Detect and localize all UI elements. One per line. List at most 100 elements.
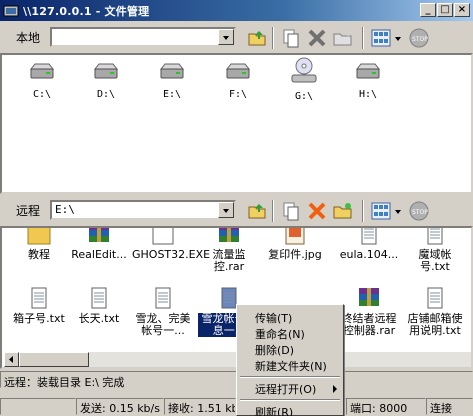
- svg-text:STOP: STOP: [412, 209, 428, 216]
- folder-up-icon[interactable]: [246, 27, 268, 49]
- file-item[interactable]: 教程: [8, 228, 70, 261]
- toolbar-divider: [362, 27, 364, 49]
- file-name: 长天.txt: [78, 312, 120, 325]
- status-empty-cell: [0, 398, 76, 415]
- drive-label: E:\: [162, 89, 182, 100]
- delete-icon[interactable]: [306, 200, 328, 222]
- file-item[interactable]: 复印件.jpg: [264, 228, 326, 261]
- file-item[interactable]: GHOST32.EXE: [132, 228, 211, 261]
- file-item[interactable]: 长天.txt: [68, 286, 130, 325]
- text-file-icon: [31, 287, 47, 309]
- new-folder-icon[interactable]: [332, 27, 354, 49]
- file-item[interactable]: 店铺邮箱使用说明.txt: [404, 286, 466, 337]
- file-name: 复印件.jpg: [268, 248, 322, 261]
- new-folder-icon[interactable]: [332, 200, 354, 222]
- file-name: 魔域帐号.txt: [418, 248, 452, 273]
- winrar-icon: [359, 288, 379, 306]
- stop-icon[interactable]: STOP: [408, 200, 430, 222]
- window-titlebar[interactable]: \\127.0.0.1 - 文件管理 _ □ ×: [0, 0, 473, 21]
- menu-item-new-folder[interactable]: 新建文件夹(N): [255, 358, 327, 374]
- local-pathbar: 本地 STOP: [0, 21, 473, 53]
- menu-separator: [240, 376, 340, 378]
- view-dropdown-icon[interactable]: [394, 200, 402, 222]
- drive-label: G:\: [294, 91, 314, 102]
- submenu-arrow-icon: [333, 385, 337, 393]
- drive-item[interactable]: E:\: [142, 61, 202, 100]
- file-name: 箱子号.txt: [13, 312, 65, 325]
- chevron-down-icon[interactable]: [218, 29, 234, 45]
- file-name: 店铺邮箱使用说明.txt: [407, 312, 463, 337]
- winrar-icon: [219, 228, 239, 242]
- remote-pathbar: 远程 E:\ STOP: [0, 194, 473, 226]
- file-item[interactable]: 雪龙、完美帐号一...: [132, 286, 194, 337]
- menu-item-transfer[interactable]: 传输(T): [255, 310, 292, 326]
- file-name: 流量监控.rar: [212, 248, 246, 273]
- text-file-icon: [361, 228, 377, 245]
- drive-item[interactable]: G:\: [274, 55, 334, 102]
- scroll-left-button[interactable]: [4, 352, 19, 367]
- app-icon: [3, 4, 19, 18]
- file-name: RealEdit...: [71, 248, 127, 261]
- drive-label: F:\: [228, 89, 248, 100]
- text-file-icon: [427, 228, 443, 245]
- winrar-icon: [89, 228, 109, 242]
- hard-drive-icon: [93, 63, 119, 79]
- drive-label: C:\: [32, 89, 52, 100]
- local-path-combo[interactable]: [50, 27, 236, 47]
- file-item[interactable]: eula.104...: [338, 228, 400, 261]
- menu-item-remote-open[interactable]: 远程打开(O): [255, 381, 316, 397]
- text-file-icon: [155, 287, 171, 309]
- local-label: 本地: [16, 30, 41, 45]
- hard-drive-icon: [225, 63, 251, 79]
- drive-item[interactable]: F:\: [208, 61, 268, 100]
- svg-text:STOP: STOP: [412, 36, 428, 43]
- menu-item-refresh[interactable]: 刷新(R): [255, 404, 293, 416]
- drive-label: H:\: [358, 89, 378, 100]
- remote-path-value: E:\: [55, 203, 75, 216]
- file-item[interactable]: 魔域帐号.txt: [404, 228, 466, 273]
- image-icon: [285, 228, 305, 245]
- file-name: eula.104...: [339, 248, 399, 261]
- view-dropdown-icon[interactable]: [394, 27, 402, 49]
- file-name: 教程: [28, 248, 50, 261]
- local-file-pane[interactable]: C:\ D:\ E:\ F:\ G:\ H:\: [0, 53, 473, 194]
- drive-item[interactable]: D:\: [76, 61, 136, 100]
- hard-drive-icon: [355, 63, 381, 79]
- file-item[interactable]: 终结者远程控制器.rar: [338, 286, 400, 337]
- remote-path-combo[interactable]: E:\: [50, 200, 236, 220]
- view-icon[interactable]: [370, 27, 392, 49]
- text-file-icon: [427, 287, 443, 309]
- toolbar-divider: [272, 27, 274, 49]
- drive-label: D:\: [96, 89, 116, 100]
- delete-icon[interactable]: [306, 27, 328, 49]
- context-menu: 传输(T) 重命名(N) 删除(D) 新建文件夹(N) 远程打开(O) 刷新(R…: [236, 304, 344, 416]
- file-name: 雪龙、完美帐号一...: [135, 312, 191, 337]
- copy-icon[interactable]: [280, 200, 302, 222]
- file-name: GHOST32.EXE: [132, 248, 211, 261]
- file-item[interactable]: 箱子号.txt: [8, 286, 70, 325]
- send-rate: 发送: 0.15 kb/s: [76, 398, 164, 415]
- toolbar-divider: [272, 200, 274, 222]
- recv-amount: 接收: 1.51 kb: [164, 398, 236, 415]
- scroll-thumb[interactable]: [19, 352, 89, 367]
- minimize-button[interactable]: _: [420, 3, 436, 17]
- drive-item[interactable]: C:\: [12, 61, 72, 100]
- chevron-down-icon[interactable]: [218, 202, 234, 218]
- folder-icon: [27, 228, 51, 245]
- menu-separator: [240, 399, 340, 401]
- window-title: \\127.0.0.1 - 文件管理: [23, 4, 150, 18]
- menu-item-delete[interactable]: 删除(D): [255, 342, 294, 358]
- menu-item-rename[interactable]: 重命名(N): [255, 326, 305, 342]
- remote-label: 远程: [16, 203, 41, 218]
- file-item[interactable]: 流量监控.rar: [198, 228, 260, 273]
- drive-item[interactable]: H:\: [338, 61, 398, 100]
- close-button[interactable]: ×: [454, 3, 470, 17]
- text-file-icon: [91, 287, 107, 309]
- view-icon[interactable]: [370, 200, 392, 222]
- file-item[interactable]: RealEdit...: [68, 228, 130, 261]
- copy-icon[interactable]: [280, 27, 302, 49]
- folder-up-icon[interactable]: [246, 200, 268, 222]
- maximize-button[interactable]: □: [437, 3, 453, 17]
- stop-icon[interactable]: STOP: [408, 27, 430, 49]
- file-name: 终结者远程控制器.rar: [341, 312, 397, 337]
